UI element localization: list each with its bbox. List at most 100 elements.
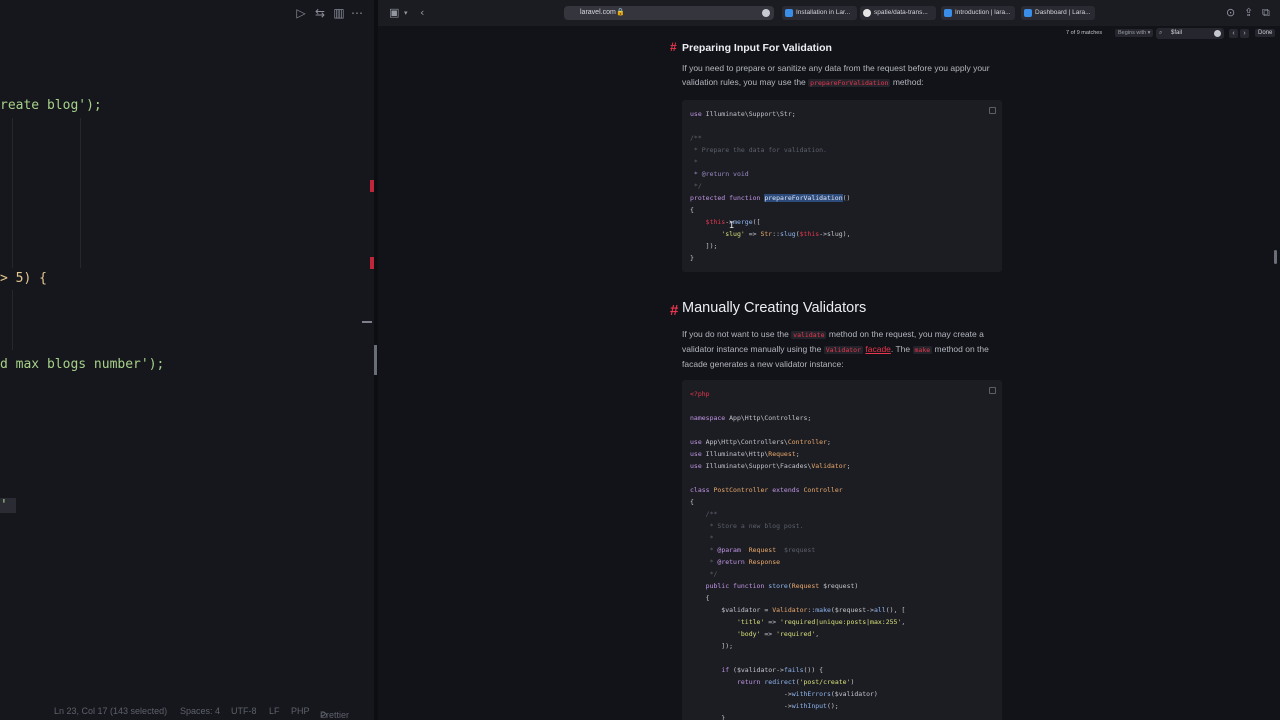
code-line: <?php	[690, 390, 710, 398]
selected-code-line[interactable]: '	[0, 498, 16, 513]
browser-tab[interactable]: Installation in Lar...	[782, 6, 857, 20]
facade-link[interactable]: facade	[865, 344, 891, 354]
code-token: Illuminate\Http\	[705, 450, 769, 458]
tab-label: Installation in Lar...	[796, 9, 851, 16]
code-token: 'body'	[736, 630, 761, 638]
code-line: * @return void	[690, 170, 749, 178]
code-token: Response	[748, 558, 781, 566]
find-done-button[interactable]: Done	[1255, 29, 1276, 37]
downloads-icon[interactable]: ⊙	[1226, 6, 1235, 20]
code-token: $this	[705, 218, 726, 226]
share-icon[interactable]: ⇪	[1244, 6, 1253, 20]
code-token: fails	[783, 666, 804, 674]
cursor-position[interactable]: Ln 23, Col 17 (143 selected)	[54, 706, 167, 716]
compare-icon[interactable]: ⇆	[313, 6, 327, 20]
code-token: $request	[776, 546, 816, 554]
inline-code: make	[912, 346, 933, 354]
code-token: make	[815, 606, 831, 614]
browser-tab[interactable]: spatie/data-trans...	[860, 6, 936, 20]
paragraph-text: . The	[890, 344, 911, 354]
encoding-setting[interactable]: UTF-8	[231, 706, 257, 716]
find-match-count: 7 of 9 matches	[1066, 30, 1103, 36]
code-token: slug	[780, 230, 796, 238]
indentation-setting[interactable]: Spaces: 4	[180, 706, 220, 716]
code-line: use Illuminate\Support\Facades\Validator…	[690, 462, 850, 470]
code-line: * Prepare the data for validation.	[690, 146, 827, 154]
eol-setting[interactable]: LF	[269, 706, 280, 716]
code-token: =>	[744, 230, 761, 238]
browser-tab[interactable]: Dashboard | Lara...	[1021, 6, 1095, 20]
code-line: class PostController extends Controller	[690, 486, 843, 494]
code-token: 'title'	[736, 618, 765, 626]
code-token: use	[690, 462, 706, 470]
code-line: *	[690, 158, 698, 166]
code-token: =>	[760, 630, 777, 638]
back-icon[interactable]: ‹	[420, 6, 424, 20]
code-token: PostController	[713, 486, 769, 494]
page-scrollbar[interactable]	[1274, 250, 1277, 264]
code-token: 'required'	[776, 630, 816, 638]
paragraph-text: method:	[892, 77, 924, 87]
code-line[interactable]: > 5) {	[0, 271, 47, 286]
section-heading: Preparing Input For Validation	[682, 42, 832, 54]
docs-page[interactable]: # Preparing Input For Validation If you …	[378, 42, 1280, 720]
paragraph-text: If you do not want to use the	[682, 329, 789, 339]
tab-overview-icon[interactable]: ⧉	[1262, 6, 1270, 20]
code-token: use	[690, 450, 706, 458]
section-paragraph: If you do not want to use the validate m…	[682, 327, 1002, 371]
browser-tab[interactable]: Introduction | lara...	[941, 6, 1015, 20]
search-icon: ⌕	[1159, 30, 1163, 36]
code-line: * Store a new blog post.	[690, 522, 804, 530]
code-token: *	[690, 558, 718, 566]
code-editor[interactable]: ▷ ⇆ ▥ ⋯ reate blog'); > 5) { d max blogs…	[0, 0, 374, 720]
code-line: ]);	[690, 242, 718, 250]
sidebar-icon[interactable]: ▣	[389, 6, 399, 20]
find-input[interactable]: ⌕ $fail	[1156, 28, 1224, 39]
find-mode-label: Begins with	[1118, 30, 1147, 36]
code-line: ->withInput();	[690, 702, 839, 710]
code-line[interactable]: d max blogs number');	[0, 357, 164, 372]
code-token: all	[873, 606, 886, 614]
copy-icon[interactable]	[989, 107, 996, 114]
browser-window: ▣ ▾ ‹ laravel.com 🔒 Installation in Lar.…	[378, 0, 1280, 720]
code-token: Validator	[772, 606, 808, 614]
code-token: ($validator->	[729, 666, 784, 674]
find-previous-button[interactable]: ‹	[1229, 29, 1238, 38]
split-editor-icon[interactable]: ▥	[332, 6, 346, 20]
code-token: Controller	[803, 486, 843, 494]
editor-scrollbar[interactable]	[374, 345, 377, 375]
code-token: Request	[791, 582, 820, 590]
text-cursor-icon: I	[729, 221, 735, 231]
code-line: */	[690, 570, 718, 578]
code-block: use Illuminate\Support\Str; /** * Prepar…	[682, 100, 1002, 272]
reader-icon[interactable]	[762, 9, 770, 17]
copy-icon[interactable]	[989, 387, 996, 394]
code-token: class	[690, 486, 714, 494]
more-actions-icon[interactable]: ⋯	[350, 6, 364, 20]
code-token: return	[736, 678, 765, 686]
language-mode[interactable]: PHP	[291, 706, 310, 716]
code-line: }	[690, 254, 694, 262]
chevron-down-icon[interactable]: ▾	[404, 6, 408, 20]
run-icon[interactable]: ▷	[294, 6, 308, 20]
anchor-link[interactable]: #	[670, 302, 678, 319]
code-line-text: d max blogs number');	[0, 357, 165, 372]
find-mode-select[interactable]: Begins with ▾	[1115, 29, 1154, 37]
code-token: redirect	[764, 678, 796, 686]
code-token: extends	[768, 486, 804, 494]
code-line: }	[690, 714, 726, 720]
code-line-text: > 5) {	[0, 271, 47, 286]
address-bar[interactable]: laravel.com 🔒	[564, 6, 774, 20]
code-line: {	[690, 206, 694, 214]
code-line[interactable]: reate blog');	[0, 98, 102, 113]
code-line: ]);	[690, 642, 734, 650]
code-token: *	[690, 546, 718, 554]
find-next-button[interactable]: ›	[1240, 29, 1249, 38]
inline-code: prepareForValidation	[808, 79, 891, 87]
anchor-link[interactable]: #	[670, 42, 677, 54]
code-token: )	[850, 678, 855, 686]
clear-icon[interactable]	[1214, 30, 1221, 37]
